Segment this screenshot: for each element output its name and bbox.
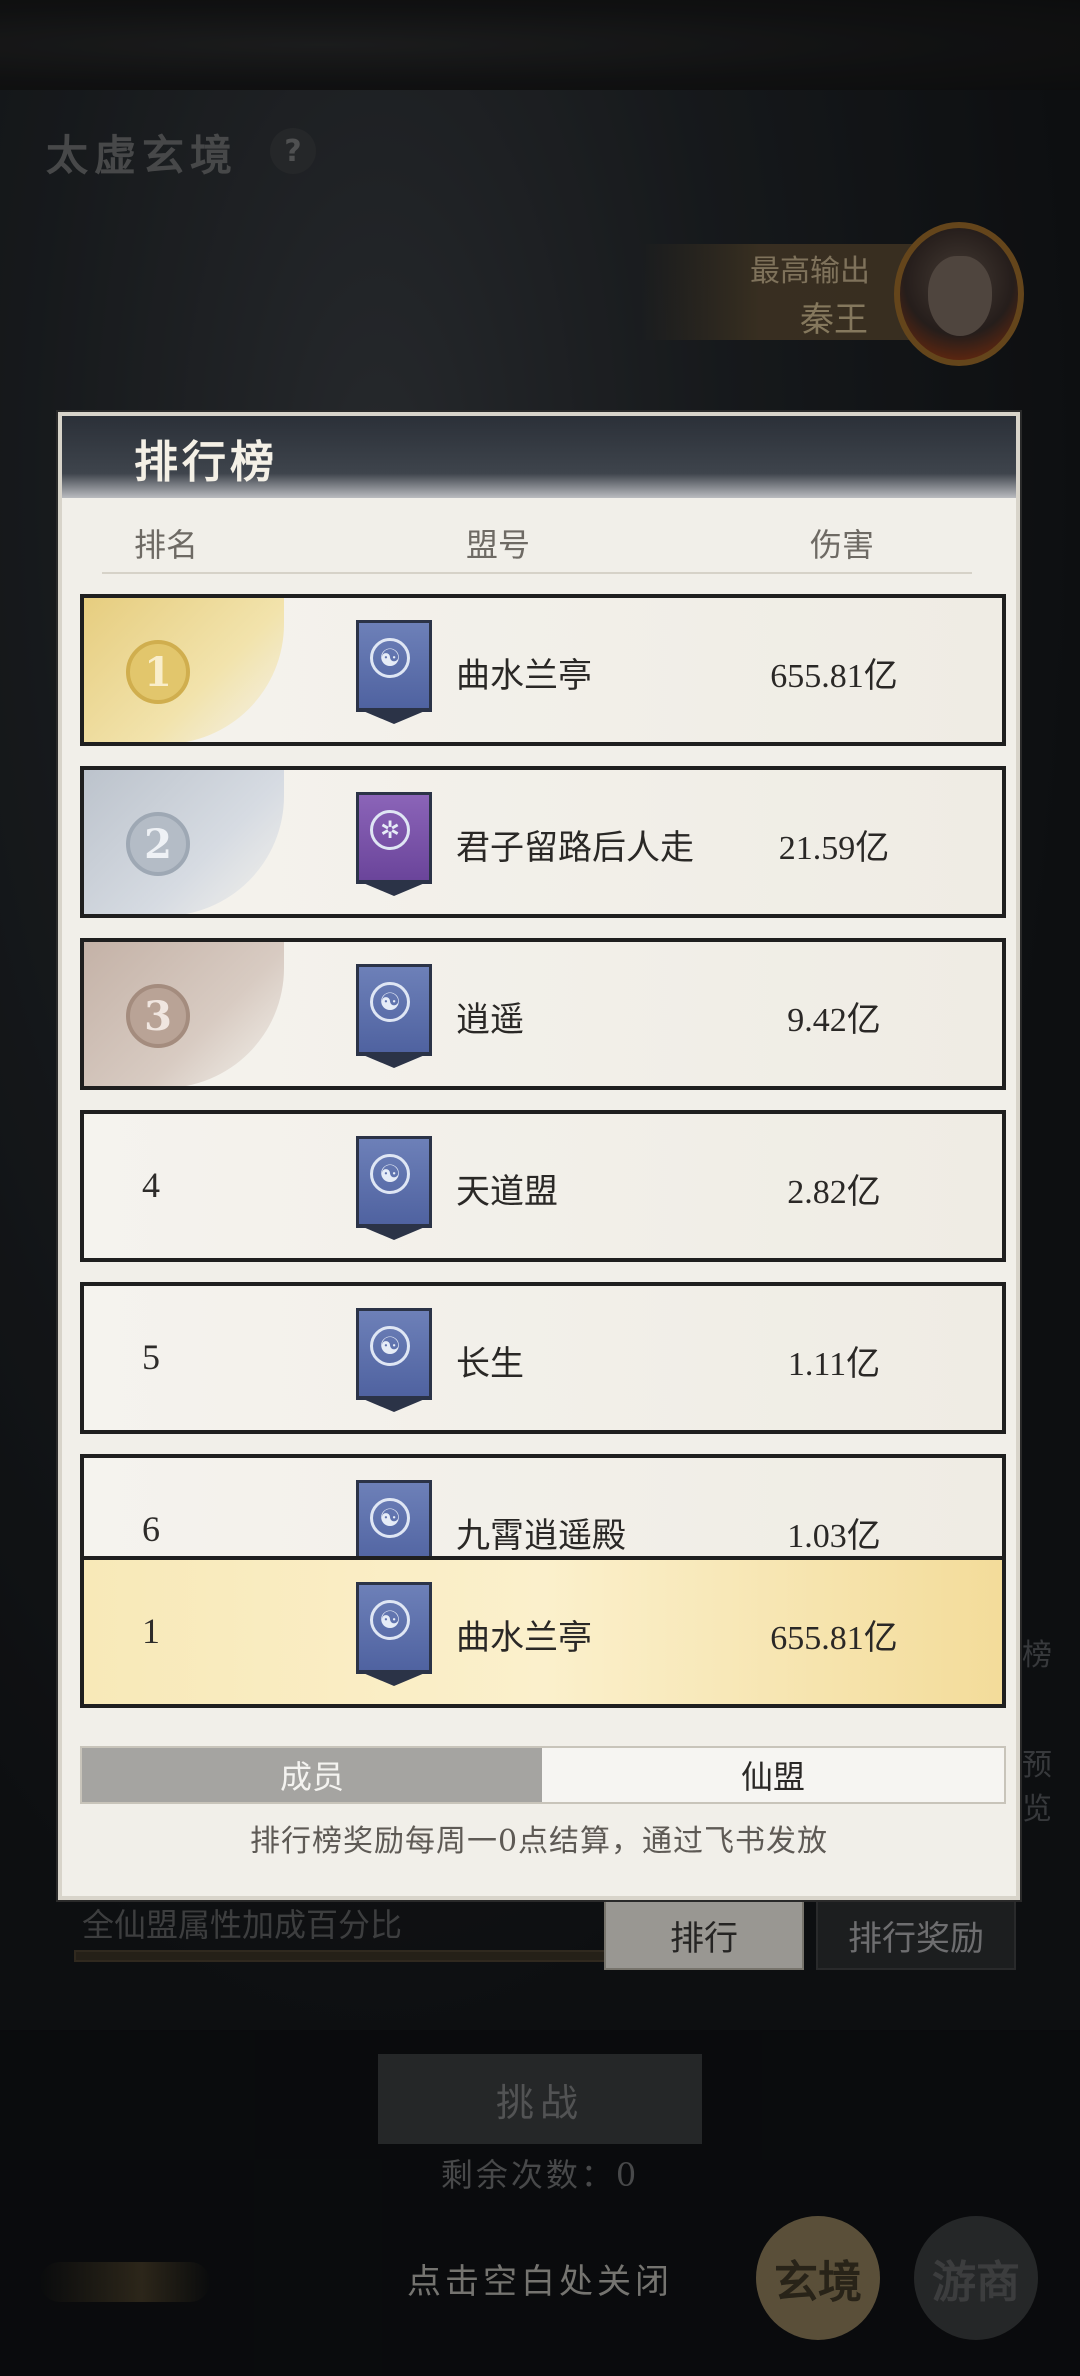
damage-value: 2.82亿 <box>787 1174 881 1211</box>
toggle-union[interactable]: 仙盟 <box>542 1748 1004 1802</box>
ranking-type-toggle: 成员 仙盟 <box>80 1746 1006 1804</box>
rank-number: 4 <box>142 1165 160 1205</box>
union-banner-icon: ☯ <box>352 1308 436 1412</box>
leaderboard-row[interactable]: 2 ✲ 君子留路后人走 21.59亿 <box>80 766 1006 918</box>
damage-value: 9.42亿 <box>787 1002 881 1039</box>
damage-value: 1.11亿 <box>787 1346 881 1383</box>
rank-number: 1 <box>142 1611 160 1651</box>
union-name: 曲水兰亭 <box>456 656 592 696</box>
union-banner-icon: ✲ <box>352 792 436 896</box>
union-name: 九霄逍遥殿 <box>456 1516 626 1556</box>
leaderboard-row[interactable]: 5 ☯ 长生 1.11亿 <box>80 1282 1006 1434</box>
rank-number: 6 <box>142 1509 160 1549</box>
leaderboard-row[interactable]: 4 ☯ 天道盟 2.82亿 <box>80 1110 1006 1262</box>
leaderboard-modal: 排行榜 排名 盟号 伤害 1 ☯ 曲水兰亭 655.81亿 2 ✲ 君子留路后人… <box>58 412 1020 1900</box>
rank-number: 5 <box>142 1337 160 1377</box>
column-header-rank: 排名 <box>134 526 199 564</box>
damage-value: 655.81亿 <box>770 1620 898 1657</box>
damage-value: 1.03亿 <box>787 1518 881 1555</box>
bronze-medal-icon: 3 <box>126 984 190 1048</box>
leaderboard-row[interactable]: 3 ☯ 逍遥 9.42亿 <box>80 938 1006 1090</box>
header-divider <box>102 572 972 574</box>
union-banner-icon: ☯ <box>352 1582 436 1686</box>
toggle-members[interactable]: 成员 <box>82 1748 542 1802</box>
damage-value: 21.59亿 <box>778 830 890 867</box>
union-banner-icon: ☯ <box>352 620 436 724</box>
union-name: 天道盟 <box>456 1172 558 1212</box>
union-banner-icon: ☯ <box>352 964 436 1068</box>
silver-medal-icon: 2 <box>126 812 190 876</box>
damage-value: 655.81亿 <box>770 658 898 695</box>
modal-title: 排行榜 <box>134 437 278 488</box>
union-name: 曲水兰亭 <box>456 1618 592 1658</box>
union-banner-icon: ☯ <box>352 1136 436 1240</box>
union-name: 长生 <box>456 1344 524 1384</box>
column-header-union: 盟号 <box>466 526 531 564</box>
column-header-damage: 伤害 <box>810 526 875 564</box>
own-union-row[interactable]: 1 ☯ 曲水兰亭 655.81亿 <box>80 1556 1006 1708</box>
union-name: 君子留路后人走 <box>456 828 694 868</box>
leaderboard-row[interactable]: 1 ☯ 曲水兰亭 655.81亿 <box>80 594 1006 746</box>
reward-note: 排行榜奖励每周一0点结算，通过飞书发放 <box>249 1824 829 1859</box>
gold-medal-icon: 1 <box>126 640 190 704</box>
union-name: 逍遥 <box>456 1000 524 1040</box>
